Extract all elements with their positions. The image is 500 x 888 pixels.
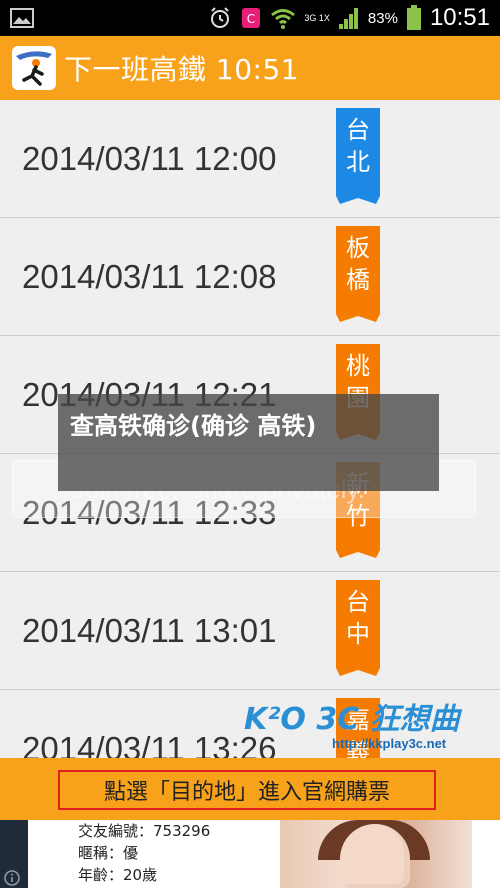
station-tag: 板橋 xyxy=(336,226,380,322)
ad-line: 交友編號：753296 xyxy=(78,822,211,840)
ad-photo xyxy=(280,820,472,888)
station-name: 台中 xyxy=(346,588,370,648)
buy-ticket-button[interactable]: 點選「目的地」進入官網購票 xyxy=(58,770,436,810)
buy-ticket-bar: 點選「目的地」進入官網購票 xyxy=(0,758,500,820)
departure-time: 2014/03/11 13:01 xyxy=(22,612,277,649)
battery-icon xyxy=(406,5,421,30)
wifi-icon xyxy=(271,9,296,29)
info-icon[interactable] xyxy=(4,870,20,886)
ad-text: 交友編號：753296 暱稱：優 年齡：20歲 xyxy=(78,820,210,886)
station-tag: 台北 xyxy=(336,108,380,204)
status-icons: C 3G 1X 83% 10:51 xyxy=(208,0,490,36)
gallery-notification-icon xyxy=(10,8,34,28)
app-title-bar: 下一班高鐵 10:51 xyxy=(0,36,500,100)
status-bar: C 3G 1X 83% 10:51 xyxy=(0,0,500,36)
departure-time: 2014/03/11 12:00 xyxy=(22,140,277,177)
app-title: 下一班高鐵 10:51 xyxy=(64,53,300,86)
departure-time: 2014/03/11 13:26 xyxy=(22,730,277,758)
ad-banner[interactable]: 交友編號：753296 暱稱：優 年齡：20歲 xyxy=(0,820,500,888)
app-notification-icon: C xyxy=(242,8,261,28)
train-row[interactable]: 2014/03/11 12:00 台北 xyxy=(0,100,500,218)
brand-watermark: K²O 3C 狂想曲 http://kkplay3c.net xyxy=(244,694,496,756)
battery-percent: 83% xyxy=(367,9,398,27)
signal-icon xyxy=(338,8,358,29)
alarm-icon xyxy=(211,7,230,28)
watermark-text: 查高铁确诊(确诊 高铁) xyxy=(70,412,317,440)
departure-time: 2014/03/11 12:08 xyxy=(22,258,277,295)
station-tag: 台中 xyxy=(336,580,380,676)
station-name: 板橋 xyxy=(346,234,370,294)
train-row[interactable]: 2014/03/11 12:08 板橋 xyxy=(0,218,500,336)
train-row[interactable]: 2014/03/11 13:01 台中 xyxy=(0,572,500,690)
network-type-label: 3G 1X xyxy=(304,12,330,23)
station-name: 台北 xyxy=(346,116,370,176)
status-time: 10:51 xyxy=(429,4,490,31)
ad-photo-face xyxy=(340,824,410,888)
brand-name: K²O 3C 狂想曲 xyxy=(244,702,460,737)
ad-line: 年齡：20歲 xyxy=(78,866,158,884)
ad-edge xyxy=(472,820,500,888)
app-logo-icon[interactable] xyxy=(12,46,56,90)
ad-line: 暱稱：優 xyxy=(78,844,139,862)
svg-text:C: C xyxy=(247,12,255,26)
brand-url: http://kkplay3c.net xyxy=(332,736,447,751)
